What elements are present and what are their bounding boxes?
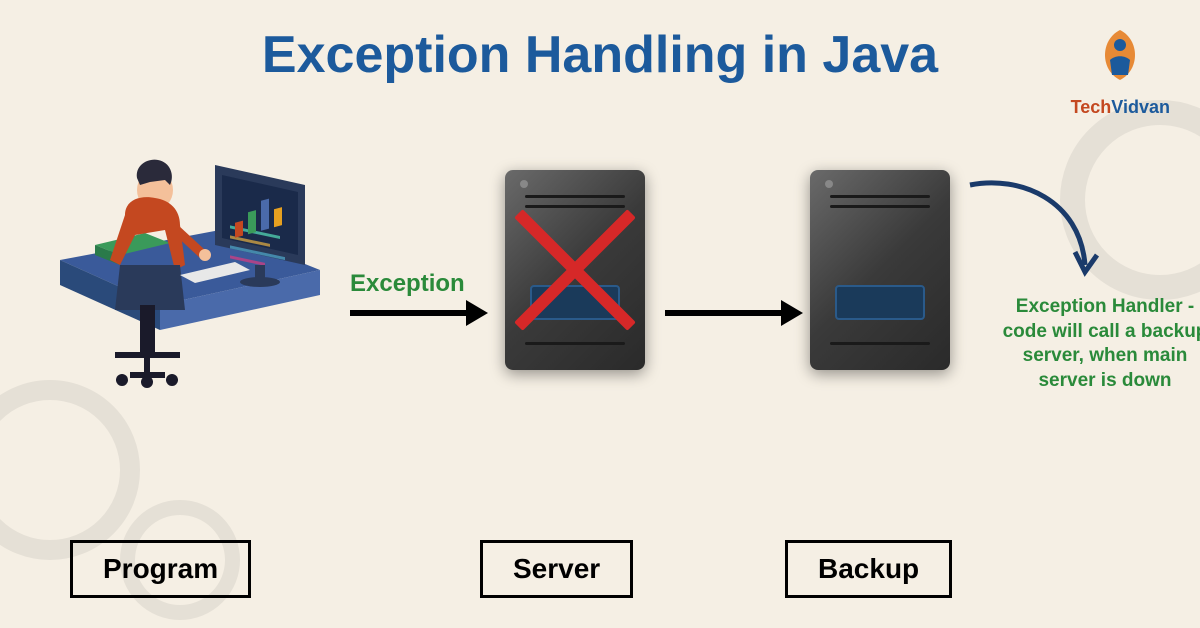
logo-tech-text: Tech: [1071, 97, 1112, 117]
programmer-illustration: [40, 130, 340, 410]
server-main: [505, 170, 645, 370]
diagram-container: Exception Exception Handler - code will …: [40, 130, 1160, 510]
page-title: Exception Handling in Java: [0, 0, 1200, 85]
curved-arrow-icon: [960, 170, 1110, 290]
cross-icon: [505, 200, 645, 340]
logo-text: TechVidvan: [1071, 97, 1170, 118]
server-backup: [810, 170, 950, 370]
exception-label: Exception: [350, 270, 465, 298]
arrow-program-to-server: [350, 310, 470, 316]
logo-icon: [1090, 20, 1150, 90]
backup-label-box: Backup: [785, 540, 952, 598]
server-label-box: Server: [480, 540, 633, 598]
arrow-server-to-backup: [665, 310, 785, 316]
techvidvan-logo: TechVidvan: [1071, 20, 1170, 118]
program-label-box: Program: [70, 540, 251, 598]
handler-description: Exception Handler - code will call a bac…: [1000, 295, 1200, 394]
logo-vidvan-text: Vidvan: [1111, 97, 1170, 117]
